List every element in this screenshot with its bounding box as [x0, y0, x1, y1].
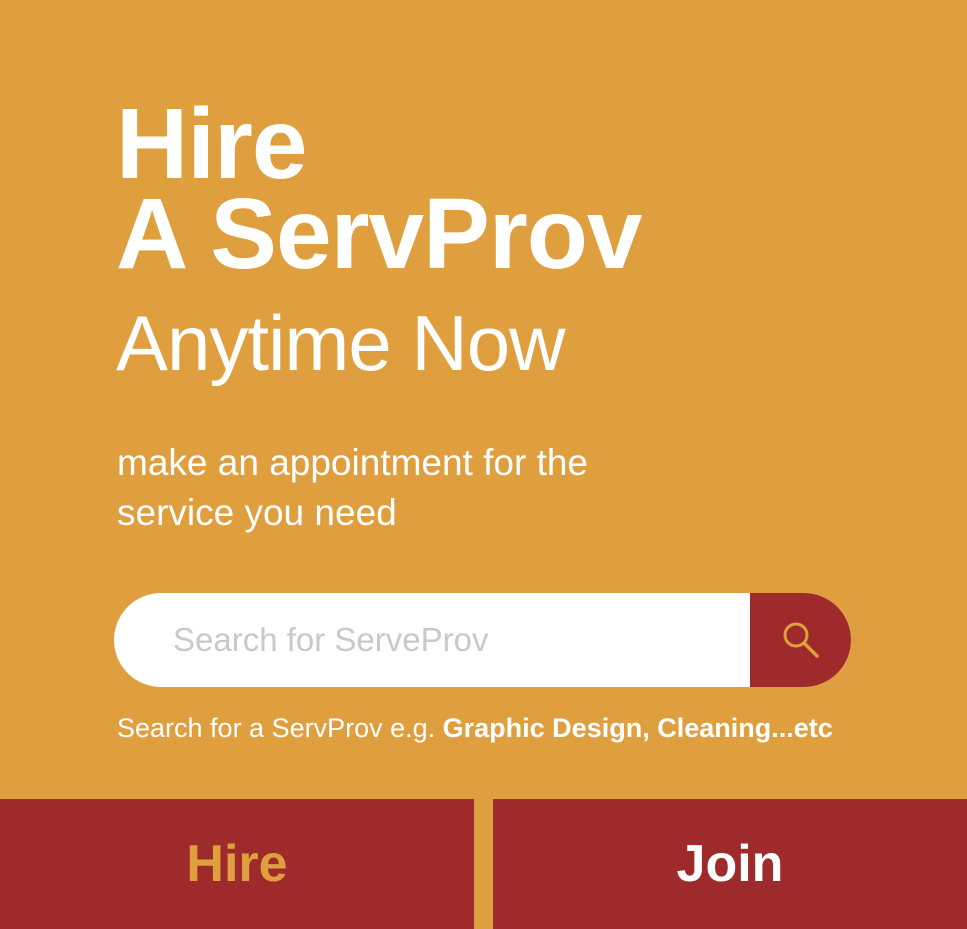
hero-title-line-2: A ServProv	[116, 178, 642, 290]
search-button[interactable]	[750, 593, 851, 687]
hire-tab-button[interactable]: Hire	[0, 799, 474, 929]
search-input[interactable]	[114, 593, 750, 687]
search-icon	[783, 622, 819, 658]
hero-subtitle: make an appointment for the service you …	[117, 438, 737, 538]
join-tab-button[interactable]: Join	[493, 799, 967, 929]
hero-title-line-3: Anytime Now	[116, 299, 565, 387]
search-hint: Search for a ServProv e.g. Graphic Desig…	[117, 710, 833, 746]
search-hint-examples: Graphic Design, Cleaning...etc	[442, 713, 833, 743]
search-bar	[114, 593, 851, 687]
subtitle-line-1: make an appointment for the	[117, 442, 589, 483]
bottom-nav: Hire Join	[0, 799, 967, 929]
hero-section: Hire A ServProv Anytime Now make an appo…	[0, 0, 967, 799]
subtitle-line-2: service you need	[117, 492, 397, 533]
search-hint-prefix: Search for a ServProv e.g.	[117, 713, 443, 743]
